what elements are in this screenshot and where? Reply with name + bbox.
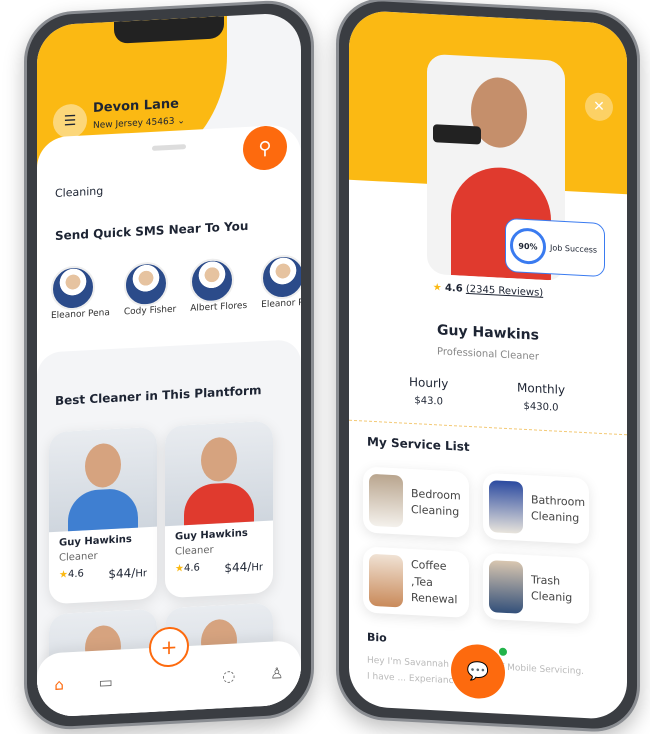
- services-title: My Service List: [367, 434, 470, 455]
- chat-button[interactable]: 💬: [451, 643, 505, 700]
- home-screen: ☰ Devon Lane New Jersey 45463 ⌄ Cleaning…: [37, 12, 301, 718]
- star-icon: ★: [432, 282, 442, 294]
- price-unit: Hr: [135, 568, 147, 580]
- profile-icon[interactable]: ♙: [270, 664, 283, 683]
- avatar: [190, 257, 235, 304]
- service-image: [489, 480, 523, 534]
- cleaner-photo: [49, 426, 157, 533]
- cleaner-card[interactable]: Guy Hawkins Cleaner ★4.6 $44/Hr: [49, 426, 157, 605]
- rating: 4.6: [183, 562, 200, 575]
- bio-title: Bio: [367, 630, 387, 645]
- cleaner-name: Guy Hawkins: [175, 527, 248, 543]
- nearby-person[interactable]: Cody Fisher: [123, 261, 177, 318]
- rating: 4.6: [444, 282, 463, 295]
- service-label: Bedroom Cleaning: [411, 486, 461, 519]
- left-phone: ☰ Devon Lane New Jersey 45463 ⌄ Cleaning…: [24, 0, 314, 732]
- online-indicator: [499, 647, 507, 656]
- cleaner-name: Guy Hawkins: [59, 533, 132, 549]
- close-button[interactable]: ✕: [585, 92, 613, 122]
- chat-icon: 💬: [466, 660, 490, 683]
- person-name: Eleanor Pena: [51, 308, 110, 322]
- job-success-badge: 90% Job Success: [505, 217, 605, 278]
- service-card[interactable]: Coffee ,Tea Renewal: [363, 546, 469, 619]
- service-card[interactable]: Bathroom Cleaning: [483, 472, 589, 545]
- rating: 4.6: [67, 568, 84, 581]
- best-section-title: Best Cleaner in This Plantform: [55, 383, 262, 408]
- job-success-ring: 90%: [510, 227, 546, 266]
- job-success-label: Job Success: [550, 242, 598, 255]
- person-name: Eleanor Pe: [261, 297, 301, 311]
- reviews-link[interactable]: (2345 Reviews): [466, 284, 543, 299]
- service-image: [369, 553, 403, 608]
- cleaner-role: Cleaner: [175, 544, 214, 558]
- person-name: Cody Fisher: [123, 304, 177, 318]
- monthly-price: $430.0: [523, 400, 559, 414]
- avatar: [51, 264, 95, 312]
- profile-screen: ✕ 90% Job Success ★ 4.6 (2345 Reviews) G…: [349, 9, 627, 721]
- price-unit: Hr: [251, 562, 263, 574]
- rating-row: ★ 4.6 (2345 Reviews): [349, 278, 627, 304]
- service-image: [369, 473, 403, 528]
- avatar: [261, 253, 301, 301]
- hourly-price: $43.0: [414, 395, 443, 408]
- right-phone: ✕ 90% Job Success ★ 4.6 (2345 Reviews) G…: [336, 0, 640, 734]
- nearby-person[interactable]: Albert Flores: [190, 257, 247, 314]
- close-icon: ✕: [593, 98, 605, 116]
- hourly-rate: Hourly $43.0: [409, 375, 448, 408]
- nearby-person[interactable]: Eleanor Pena: [51, 264, 110, 321]
- service-card[interactable]: Bedroom Cleaning: [363, 466, 469, 539]
- category-label[interactable]: Cleaning: [55, 184, 103, 200]
- divider: [349, 419, 627, 436]
- calendar-icon[interactable]: ▭: [99, 673, 113, 692]
- nearby-list: Eleanor Pena Cody Fisher Albert Flores E…: [51, 253, 301, 321]
- star-icon: ★: [175, 563, 184, 575]
- service-label: Bathroom Cleaning: [531, 492, 586, 525]
- person-name: Albert Flores: [190, 300, 248, 314]
- cleaner-role: Cleaner: [59, 550, 98, 564]
- star-icon: ★: [59, 569, 68, 581]
- price: $44/: [224, 559, 252, 576]
- cleaner-photo: [165, 420, 273, 527]
- service-label: Coffee ,Tea Renewal: [411, 558, 458, 607]
- chat-icon[interactable]: ◌: [222, 667, 235, 686]
- nearby-person[interactable]: Eleanor Pe: [261, 253, 301, 311]
- monthly-rate: Monthly $430.0: [517, 381, 565, 415]
- price: $44/: [108, 565, 136, 582]
- drag-handle[interactable]: [152, 144, 186, 151]
- service-card[interactable]: Trash Cleanig: [483, 552, 589, 625]
- cleaner-card[interactable]: Guy Hawkins Cleaner ★4.6 $44/Hr: [165, 420, 273, 599]
- chevron-down-icon: ⌄: [177, 116, 185, 127]
- hourly-label: Hourly: [409, 374, 449, 391]
- service-image: [489, 560, 523, 614]
- monthly-label: Monthly: [517, 380, 566, 398]
- home-icon[interactable]: ⌂: [54, 676, 64, 694]
- avatar: [123, 261, 168, 308]
- sms-section-title: Send Quick SMS Near To You: [55, 218, 249, 243]
- service-label: Trash Cleanig: [531, 572, 573, 605]
- search-icon: ⚲: [258, 137, 272, 159]
